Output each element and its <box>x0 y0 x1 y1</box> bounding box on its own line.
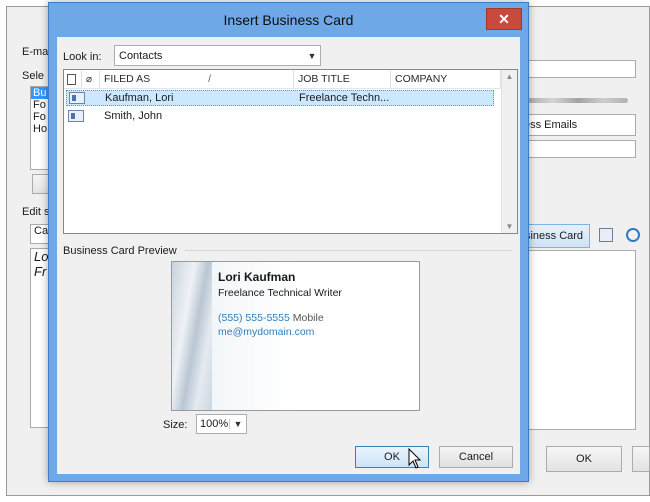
signature-line: Fr <box>34 264 47 279</box>
editor-right-area <box>520 250 636 430</box>
vertical-scrollbar[interactable]: ▲ ▼ <box>501 70 517 233</box>
contact-list[interactable]: ⌀ FILED AS / JOB TITLE COMPANY Kaufman, … <box>63 69 518 234</box>
attachment-column-header[interactable]: ⌀ <box>82 70 100 88</box>
bg-ok-button[interactable]: OK <box>546 446 622 472</box>
size-label: Size: <box>163 419 188 431</box>
company-column-header[interactable]: COMPANY <box>391 70 501 88</box>
job-title-column-header[interactable]: JOB TITLE <box>294 70 391 88</box>
contact-card-icon <box>69 92 85 104</box>
insert-business-card-dialog: Insert Business Card ✕ Look in: Contacts… <box>48 2 529 482</box>
contact-row[interactable]: Smith, John <box>66 108 494 124</box>
hyperlink-icon[interactable] <box>626 228 640 242</box>
dialog-client-area: Look in: Contacts ▼ ⌀ FILED AS / JOB TIT… <box>57 37 520 474</box>
email-account-label: E-ma <box>22 46 49 58</box>
card-name: Lori Kaufman <box>218 270 296 284</box>
list-header: ⌀ FILED AS / JOB TITLE COMPANY <box>64 70 502 89</box>
business-card-preview-label: Business Card Preview <box>63 245 177 257</box>
sort-indicator-icon: / <box>208 73 212 85</box>
font-combobox[interactable]: Ca <box>30 224 50 244</box>
scroll-up-arrow-icon[interactable]: ▲ <box>502 72 517 81</box>
card-phone: (555) 555-5555 <box>218 312 290 324</box>
signature-line: Lo <box>34 249 49 264</box>
cancel-button[interactable]: Cancel <box>439 446 513 468</box>
paperclip-icon: ⌀ <box>86 73 93 85</box>
bg-cancel-button[interactable] <box>632 446 650 472</box>
close-icon: ✕ <box>498 10 510 27</box>
size-dropdown[interactable]: 100% ▼ <box>196 414 247 434</box>
contact-filed-as: Smith, John <box>104 110 163 122</box>
card-background-art <box>172 262 212 410</box>
signature-item[interactable]: Bu <box>31 87 49 99</box>
icon-column-header[interactable] <box>64 70 82 88</box>
dialog-title: Insert Business Card <box>223 12 354 28</box>
document-icon <box>67 73 76 85</box>
edit-signature-label: Edit s <box>22 206 50 218</box>
picture-icon[interactable] <box>599 228 613 242</box>
chevron-down-icon: ▼ <box>307 50 317 61</box>
card-job-title: Freelance Technical Writer <box>218 287 342 299</box>
section-divider <box>185 250 512 251</box>
card-phone-line: (555) 555-5555 Mobile <box>218 312 324 324</box>
contact-card-icon <box>68 110 84 122</box>
signature-item[interactable]: Fo <box>31 99 49 111</box>
job-title-header-label: JOB TITLE <box>298 73 350 85</box>
signature-list[interactable]: Bu Fo Fo Ho <box>30 86 50 170</box>
select-signature-label: Sele <box>22 70 45 82</box>
business-card-preview: Lori Kaufman Freelance Technical Writer … <box>171 261 420 411</box>
scroll-down-arrow-icon[interactable]: ▼ <box>502 222 517 231</box>
size-value: 100% <box>200 418 229 430</box>
contact-row[interactable]: Kaufman, Lori Freelance Techn... <box>66 90 494 106</box>
card-phone-type: Mobile <box>292 312 324 324</box>
signature-item[interactable]: Fo <box>31 111 49 123</box>
replies-combo[interactable]: ess Emails <box>520 114 636 136</box>
new-messages-combo[interactable] <box>520 60 636 78</box>
look-in-label: Look in: <box>63 51 102 63</box>
look-in-value: Contacts <box>119 49 163 62</box>
filed-as-column-header[interactable]: FILED AS / <box>100 70 294 88</box>
look-in-dropdown[interactable]: Contacts ▼ <box>114 45 321 66</box>
blurred-email-text <box>528 98 628 103</box>
card-email: me@mydomain.com <box>218 326 315 338</box>
field-blank <box>520 140 636 158</box>
contact-filed-as: Kaufman, Lori <box>105 92 174 104</box>
signature-item[interactable]: Ho <box>31 123 49 135</box>
company-header-label: COMPANY <box>395 73 448 85</box>
chevron-down-icon: ▼ <box>229 419 246 429</box>
signature-editor[interactable]: Lo Fr <box>30 248 50 428</box>
mouse-pointer-icon <box>408 448 422 469</box>
close-button[interactable]: ✕ <box>486 8 522 30</box>
filed-as-header-label: FILED AS <box>104 73 151 85</box>
contact-job-title: Freelance Techn... <box>299 92 390 104</box>
